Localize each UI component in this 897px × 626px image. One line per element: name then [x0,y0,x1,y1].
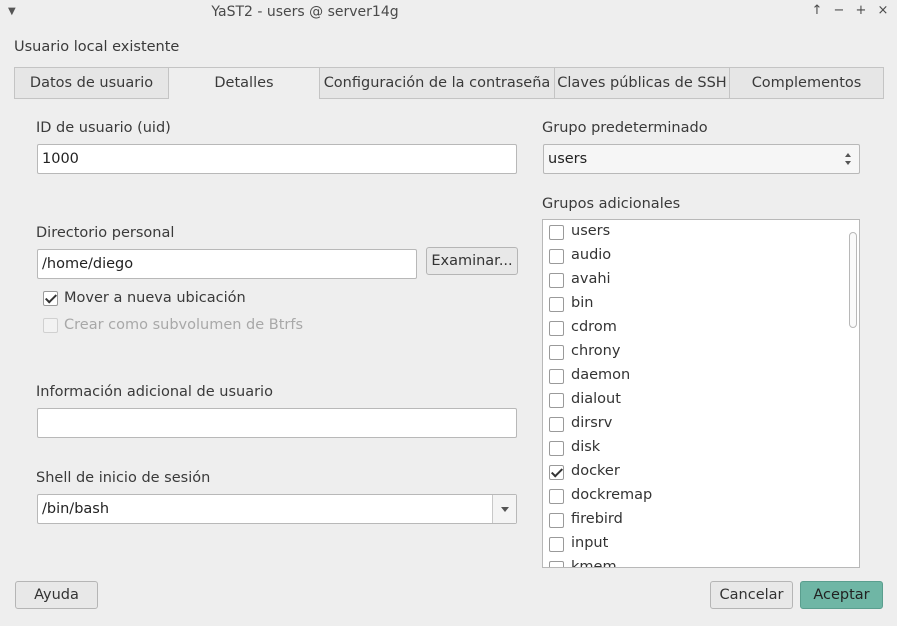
extra-groups-label: Grupos adicionales [542,196,681,212]
browse-button[interactable]: Examinar... [426,247,518,275]
group-checkbox[interactable] [549,225,564,240]
group-checkbox[interactable] [549,513,564,528]
tab-user-data[interactable]: Datos de usuario [14,67,168,99]
group-checkbox[interactable] [549,537,564,552]
group-checkbox[interactable] [549,369,564,384]
list-item[interactable]: avahi [543,269,843,293]
title-bar: ▼ YaST2 - users @ server14g ↑ − + × [0,0,897,26]
list-item[interactable]: bin [543,293,843,317]
group-checkbox[interactable] [549,465,564,480]
keep-above-icon[interactable]: ↑ [809,3,825,21]
uid-label: ID de usuario (uid) [36,120,171,136]
tab-bar: Datos de usuario Detalles Configuración … [14,67,884,99]
move-home-checkbox[interactable] [43,291,58,306]
btrfs-subvolume-label: Crear como subvolumen de Btrfs [64,317,304,333]
group-checkbox[interactable] [549,441,564,456]
group-checkbox[interactable] [549,249,564,264]
list-item[interactable]: input [543,533,843,557]
accept-button[interactable]: Aceptar [800,581,883,609]
group-checkbox[interactable] [549,561,564,567]
dialog-heading: Usuario local existente [14,39,180,55]
group-checkbox[interactable] [549,417,564,432]
tab-ssh-keys[interactable]: Claves públicas de SSH [554,67,729,99]
window-title: YaST2 - users @ server14g [211,4,399,20]
minimize-icon[interactable]: − [831,3,847,21]
tab-details[interactable]: Detalles [168,67,319,99]
shell-value: /bin/bash [42,501,110,517]
default-group-select[interactable]: users [543,144,860,174]
group-checkbox[interactable] [549,393,564,408]
list-item[interactable]: daemon [543,365,843,389]
list-scrollbar[interactable] [849,232,857,328]
list-item[interactable]: cdrom [543,317,843,341]
group-checkbox[interactable] [549,273,564,288]
group-checkbox[interactable] [549,321,564,336]
list-item[interactable]: kmem [543,557,843,567]
close-icon[interactable]: × [875,3,891,21]
list-item[interactable]: dockremap [543,485,843,509]
group-checkbox[interactable] [549,489,564,504]
gecos-input[interactable] [37,408,517,438]
chevron-down-icon[interactable] [492,495,516,523]
shell-combobox[interactable]: /bin/bash [37,494,517,524]
list-item[interactable]: chrony [543,341,843,365]
gecos-label: Información adicional de usuario [36,384,273,400]
home-dir-input[interactable]: /home/diego [37,249,417,279]
list-item[interactable]: dirsrv [543,413,843,437]
home-dir-label: Directorio personal [36,225,175,241]
btrfs-subvolume-checkbox [43,318,58,333]
list-item[interactable]: docker [543,461,843,485]
list-item[interactable]: firebird [543,509,843,533]
default-group-value: users [548,151,588,167]
maximize-icon[interactable]: + [853,3,869,21]
group-checkbox[interactable] [549,345,564,360]
cancel-button[interactable]: Cancelar [710,581,793,609]
move-home-label: Mover a nueva ubicación [64,290,246,306]
extra-groups-list[interactable]: users audio avahi bin cdrom chrony daemo… [542,219,860,568]
help-button[interactable]: Ayuda [15,581,98,609]
default-group-label: Grupo predeterminado [542,120,708,136]
list-item[interactable]: audio [543,245,843,269]
list-item[interactable]: disk [543,437,843,461]
list-item[interactable]: dialout [543,389,843,413]
list-item[interactable]: users [543,221,843,245]
tab-plugins[interactable]: Complementos [729,67,884,99]
tab-password-settings[interactable]: Configuración de la contraseña [319,67,554,99]
uid-input[interactable]: 1000 [37,144,517,174]
group-checkbox[interactable] [549,297,564,312]
shell-label: Shell de inicio de sesión [36,470,211,486]
updown-arrows-icon [845,151,853,167]
